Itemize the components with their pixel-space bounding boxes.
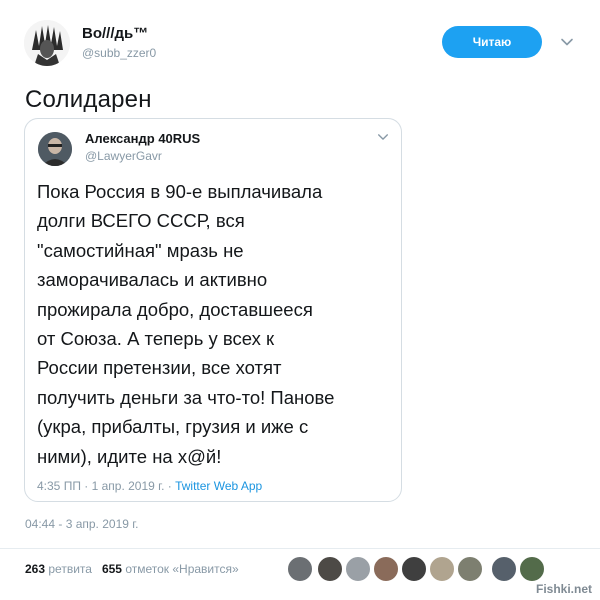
tweet-card: Во///дь™ @subb_zzer0 Читаю Солидарен Але…	[0, 0, 600, 600]
liker-avatar[interactable]	[373, 556, 399, 582]
quoted-text-line: ними), идите на х@й!	[37, 445, 222, 467]
tweet-timestamp[interactable]: 04:44 - 3 апр. 2019 г.	[25, 517, 139, 531]
like-label: отметок «Нравится»	[125, 562, 239, 576]
quoted-tweet-text: Пока Россия в 90-е выплачивала долги ВСЕ…	[37, 177, 393, 471]
divider	[0, 548, 600, 549]
like-count: 655	[101, 562, 122, 576]
quoted-text-line: России претензии, все хотят	[37, 357, 282, 379]
author-block: Во///дь™ @subb_zzer0	[82, 25, 156, 60]
tweet-text: Солидарен	[25, 86, 152, 113]
quoted-text-line: прожирала добро, доставшееся	[37, 298, 313, 320]
quoted-tweet[interactable]: Александр 40RUS @LawyerGavr Пока Россия …	[24, 118, 402, 502]
retweet-label: ретвита	[48, 562, 92, 576]
chevron-down-icon[interactable]	[377, 131, 389, 143]
quoted-tweet-meta: 4:35 ПП · 1 апр. 2019 г. · Twitter Web A…	[37, 479, 262, 493]
author-name[interactable]: Во///дь™	[82, 25, 148, 42]
tweet-stats: 263 ретвита 655 отметок «Нравится»	[25, 562, 239, 576]
liker-avatar[interactable]	[457, 556, 483, 582]
author-handle[interactable]: @subb_zzer0	[82, 46, 156, 60]
quoted-tweet-time[interactable]: 4:35 ПП · 1 апр. 2019 г. ·	[37, 479, 175, 493]
quoted-author-avatar[interactable]	[38, 132, 72, 166]
retweet-stat[interactable]: 263 ретвита	[25, 562, 92, 576]
quoted-text-line: долги ВСЕГО СССР, вся	[37, 210, 245, 232]
quoted-text-line: получить деньги за что-то! Панове	[37, 386, 335, 408]
quoted-text-line: (укра, прибалты, грузия и иже с	[37, 416, 309, 438]
quoted-author-name[interactable]: Александр 40RUS	[85, 131, 200, 146]
following-button[interactable]: Читаю	[442, 26, 542, 58]
liker-avatar[interactable]	[491, 556, 517, 582]
watermark: Fishki.net	[533, 582, 594, 596]
liker-avatar[interactable]	[401, 556, 427, 582]
liker-avatar[interactable]	[287, 556, 313, 582]
quoted-tweet-source[interactable]: Twitter Web App	[175, 479, 262, 493]
quoted-author-block: Александр 40RUS @LawyerGavr	[85, 131, 200, 163]
quoted-author-handle[interactable]: @LawyerGavr	[85, 149, 200, 163]
liker-avatar[interactable]	[345, 556, 371, 582]
author-avatar[interactable]	[24, 20, 70, 66]
liker-avatar[interactable]	[519, 556, 545, 582]
quoted-text-line: от Союза. А теперь у всех к	[37, 328, 275, 350]
chevron-down-icon[interactable]	[560, 35, 574, 49]
liker-avatar[interactable]	[317, 556, 343, 582]
quoted-text-line: "самостийная" мразь не	[37, 239, 244, 261]
like-stat[interactable]: 655 отметок «Нравится»	[102, 562, 239, 576]
quoted-text-line: Пока Россия в 90-е выплачивала	[37, 181, 323, 202]
quoted-text-line: заморачивалась и активно	[37, 269, 268, 291]
retweet-count: 263	[25, 562, 46, 576]
liker-avatar[interactable]	[429, 556, 455, 582]
